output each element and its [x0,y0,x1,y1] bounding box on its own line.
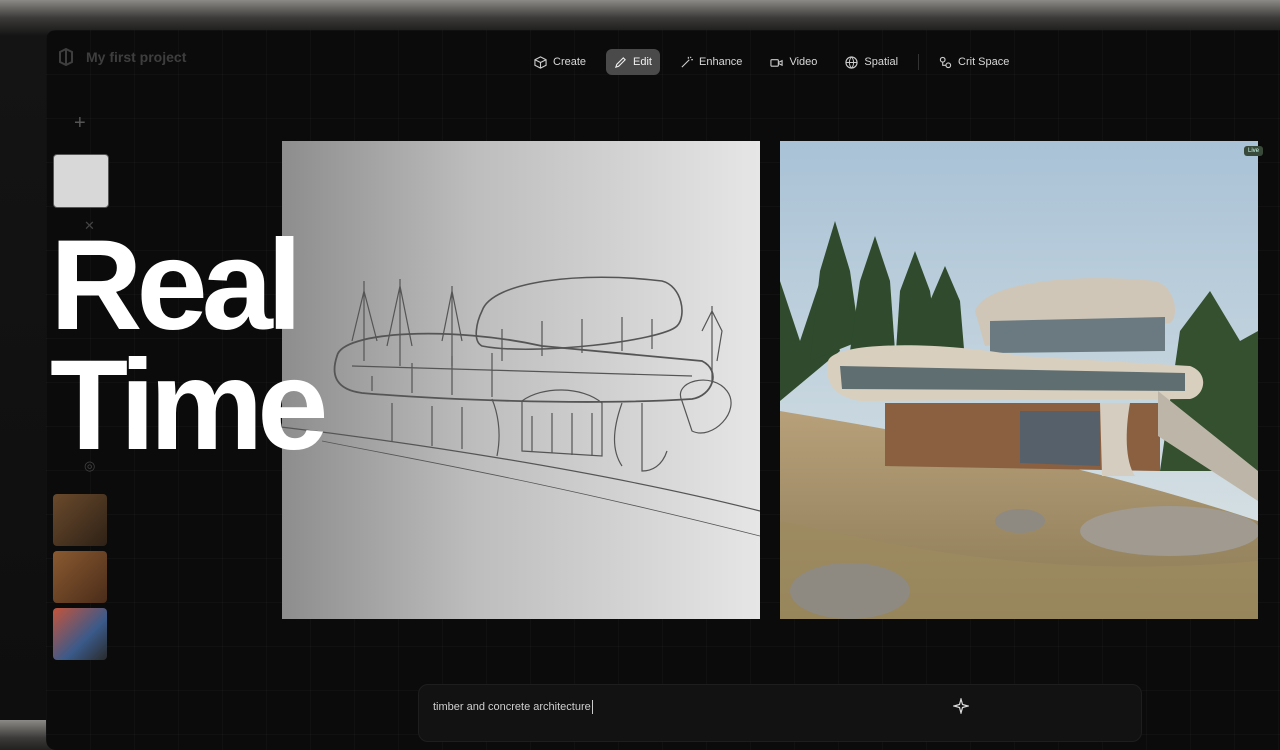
house-render [780,141,1258,619]
tool-enhance-label: Enhance [699,56,743,68]
prompt-input[interactable]: timber and concrete architecture [433,700,593,714]
project-header[interactable]: My first project [58,48,186,66]
tool-crit-space-label: Crit Space [958,56,1010,68]
sketch-canvas[interactable] [282,141,760,619]
pencil-icon [615,56,626,68]
cube-icon [534,55,547,69]
headline-line-1: Real [50,214,302,357]
text-caret [591,700,593,714]
tool-create[interactable]: Create [526,49,594,75]
headline-line-2: Time [50,334,328,477]
house-sketch [282,276,760,537]
mode-toolbar: Create Edit Enhance Video Spatial Crit S… [526,48,1029,76]
toolbar-divider [918,54,920,70]
project-name: My first project [86,49,187,65]
headline-overlay: Real Time [50,214,328,477]
magic-wand-icon [681,56,693,68]
thumbnail-colorful[interactable] [53,608,107,660]
video-camera-icon [770,58,784,67]
prompt-bar[interactable]: timber and concrete architecture [418,684,1142,742]
thumbnail-room[interactable] [53,551,107,603]
tool-edit[interactable]: Edit [606,49,660,75]
globe-icon [845,55,859,69]
sparkle-icon[interactable] [953,698,969,714]
tool-video-label: Video [789,56,818,68]
live-badge: Live [1244,146,1264,156]
thumbnail-interior[interactable] [53,494,107,546]
thumbnail-sketch[interactable] [53,154,109,208]
tool-spatial[interactable]: Spatial [837,49,906,75]
rendered-image[interactable] [780,141,1258,619]
add-image-button[interactable]: + [74,112,86,135]
tool-create-label: Create [553,56,587,68]
tool-spatial-label: Spatial [864,56,899,68]
app-logo-icon [59,48,73,66]
tool-crit-space[interactable]: Crit Space [931,49,1017,75]
tool-video[interactable]: Video [762,49,825,75]
nodes-icon [939,56,952,68]
tool-edit-label: Edit [633,56,652,68]
tool-enhance[interactable]: Enhance [672,49,750,75]
prompt-value: timber and concrete architecture [433,700,591,713]
